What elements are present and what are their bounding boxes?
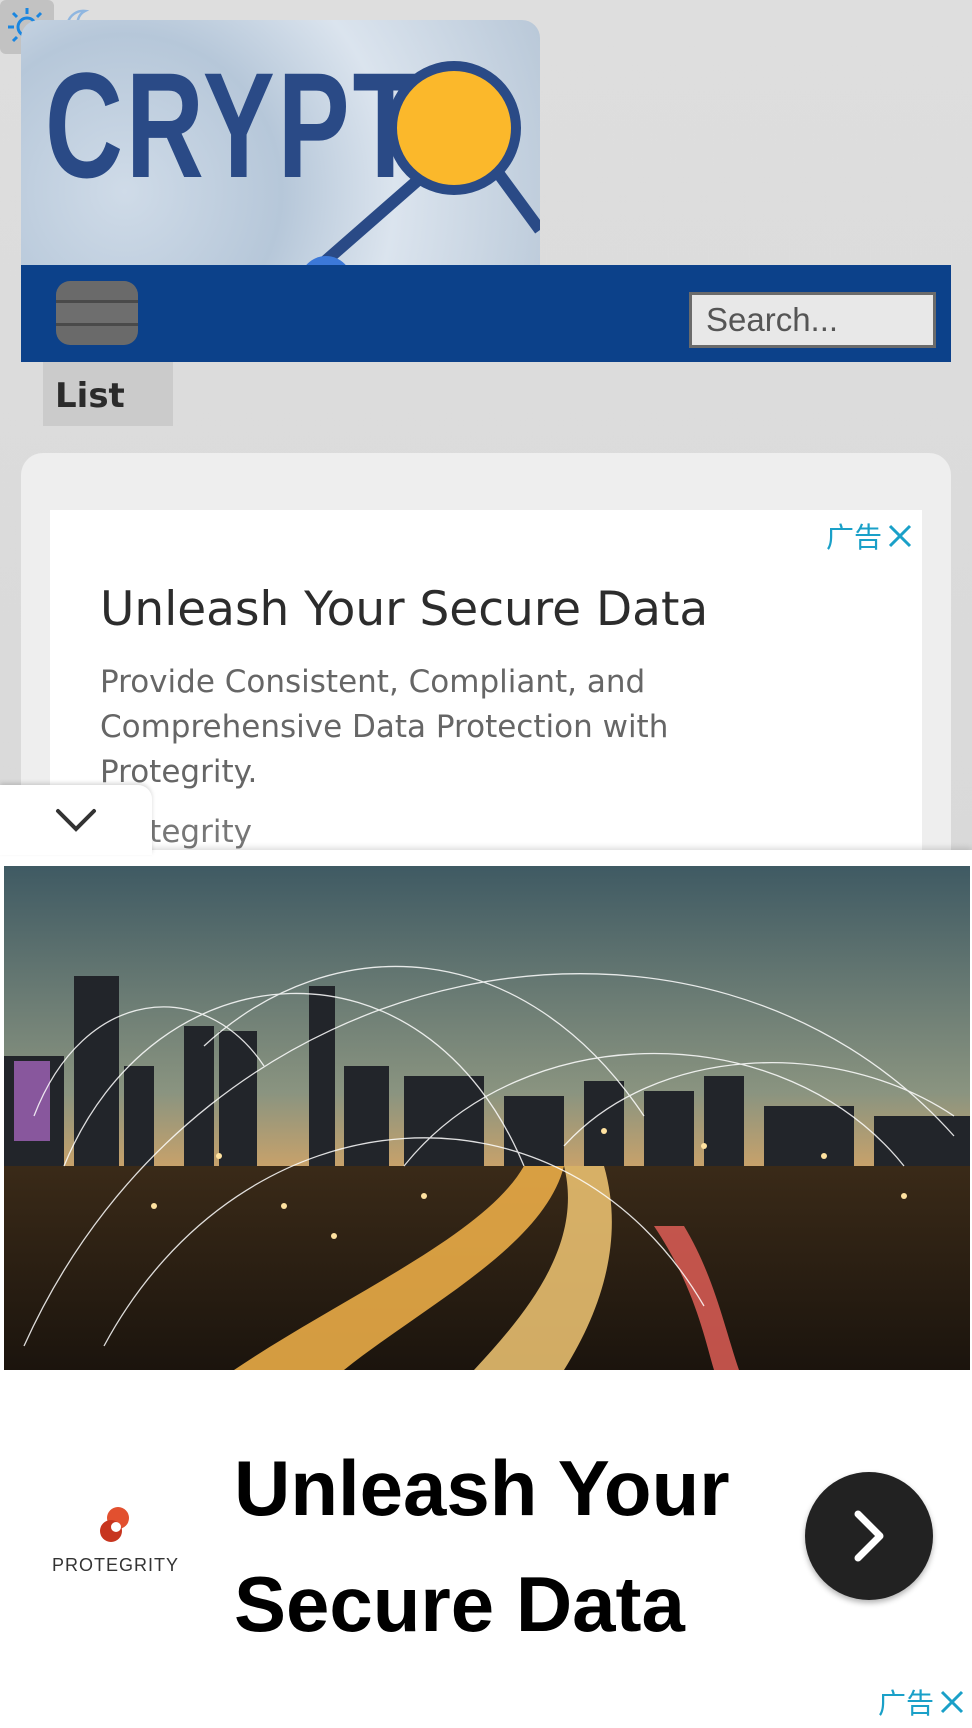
navbar bbox=[21, 265, 951, 362]
search-input[interactable] bbox=[689, 292, 936, 348]
ad-cta-button[interactable] bbox=[805, 1472, 933, 1600]
ad-label-text: 广告 bbox=[825, 521, 882, 554]
protegrity-logo-icon bbox=[99, 1507, 129, 1542]
magnifier-network-icon bbox=[306, 61, 540, 265]
ad-title[interactable]: Unleash Your Secure Data bbox=[100, 582, 708, 637]
anchor-ad-headline[interactable]: Unleash Your Secure Data bbox=[234, 1430, 734, 1662]
collapse-ad-button[interactable] bbox=[0, 785, 152, 855]
hamburger-icon[interactable] bbox=[56, 281, 138, 345]
city-lights-image[interactable] bbox=[4, 866, 970, 1370]
ad-banner-top[interactable]: 广告 Unleash Your Secure Data Provide Cons… bbox=[50, 510, 922, 850]
protegrity-logo[interactable]: PROTEGRITY bbox=[48, 1505, 183, 1576]
anchor-ad-label[interactable]: 广告 bbox=[878, 1682, 966, 1722]
ad-body: Provide Consistent, Compliant, and Compr… bbox=[100, 664, 669, 790]
close-icon[interactable] bbox=[886, 522, 914, 550]
anchor-ad[interactable]: PROTEGRITY Unleash Your Secure Data 广告 bbox=[0, 850, 972, 1728]
chevron-down-icon bbox=[56, 809, 96, 832]
anchor-ad-label-text: 广告 bbox=[877, 1687, 934, 1720]
list-tab[interactable]: List bbox=[43, 362, 173, 426]
site-logo[interactable]: CRYPT bbox=[21, 20, 540, 265]
protegrity-brand-text: PROTEGRITY bbox=[51, 1555, 179, 1575]
ad-label[interactable]: 广告 bbox=[826, 516, 914, 556]
close-icon[interactable] bbox=[938, 1688, 966, 1716]
chevron-right-icon bbox=[854, 1510, 884, 1562]
